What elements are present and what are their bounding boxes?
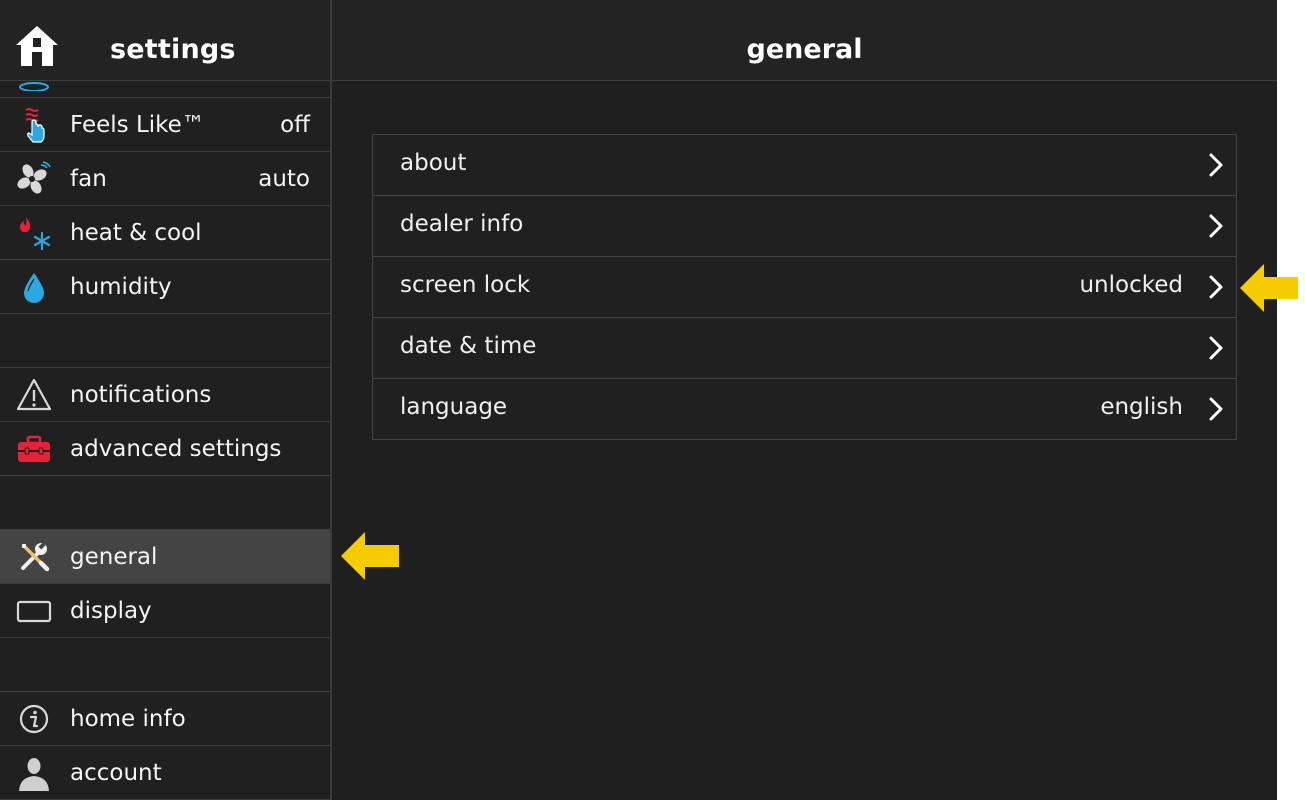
sidebar-item-label: Feels Like™ xyxy=(70,111,205,138)
sidebar-item-account[interactable]: account xyxy=(0,746,330,800)
list-item-date-time[interactable]: date & time xyxy=(373,318,1236,379)
sidebar-item-label: display xyxy=(70,597,152,624)
main-header: general xyxy=(332,0,1277,81)
general-panel: general about dealer info screen lock un… xyxy=(332,0,1277,800)
list-item-about[interactable]: about xyxy=(373,135,1236,196)
humidity-icon xyxy=(14,267,54,307)
sidebar-item-label: advanced settings xyxy=(70,435,282,462)
sidebar-item-label: fan xyxy=(70,165,107,192)
fan-icon xyxy=(14,159,54,199)
sidebar-item-label: general xyxy=(70,543,158,570)
heat-cool-icon xyxy=(14,213,54,253)
sidebar-item-advanced-settings[interactable]: advanced settings xyxy=(0,422,330,476)
list-item-label: date & time xyxy=(400,333,537,359)
toolbox-icon xyxy=(14,429,54,469)
warning-icon xyxy=(14,375,54,415)
sidebar-title: settings xyxy=(110,34,236,65)
display-icon xyxy=(14,591,54,631)
chevron-right-icon xyxy=(1209,214,1223,238)
sidebar-item-label: humidity xyxy=(70,273,172,300)
sidebar-item-home-info[interactable]: home info xyxy=(0,692,330,746)
thermostat-screen: settings Feels Like™ off fan auto heat &… xyxy=(0,0,1277,800)
chevron-right-icon xyxy=(1209,153,1223,177)
settings-sidebar: settings Feels Like™ off fan auto heat &… xyxy=(0,0,332,800)
list-item-label: about xyxy=(400,150,467,176)
sidebar-spacer xyxy=(0,476,330,530)
sidebar-item-notifications[interactable]: notifications xyxy=(0,368,330,422)
sidebar-item-value: auto xyxy=(258,165,310,192)
sidebar-item-general[interactable]: general xyxy=(0,530,330,584)
list-item-label: screen lock xyxy=(400,272,531,298)
chevron-right-icon xyxy=(1209,397,1223,421)
page-title: general xyxy=(746,34,863,65)
chevron-right-icon xyxy=(1209,275,1223,299)
sidebar-item-feels-like[interactable]: Feels Like™ off xyxy=(0,98,330,152)
list-item-language[interactable]: language english xyxy=(373,379,1236,439)
list-item-value: unlocked xyxy=(1079,272,1183,298)
wrench-screwdriver-icon xyxy=(14,537,54,577)
account-icon xyxy=(14,753,54,793)
annotation-arrow-left-icon xyxy=(1240,264,1298,312)
list-item-label: language xyxy=(400,394,508,420)
annotation-arrow-left-icon xyxy=(341,532,399,580)
sidebar-item-heat-cool[interactable]: heat & cool xyxy=(0,206,330,260)
sidebar-spacer xyxy=(0,638,330,692)
list-item-value: english xyxy=(1100,394,1183,420)
chevron-right-icon xyxy=(1209,336,1223,360)
sidebar-item-label: heat & cool xyxy=(70,219,202,246)
sidebar-item-fan[interactable]: fan auto xyxy=(0,152,330,206)
sidebar-menu: Feels Like™ off fan auto heat & cool hum… xyxy=(0,44,330,800)
sidebar-header: settings xyxy=(0,0,330,81)
sidebar-item-label: home info xyxy=(70,705,186,732)
sidebar-spacer xyxy=(0,314,330,368)
sidebar-item-label: account xyxy=(70,759,162,786)
general-settings-list: about dealer info screen lock unlocked d… xyxy=(372,134,1237,440)
sidebar-item-value: off xyxy=(280,111,310,138)
info-icon xyxy=(14,699,54,739)
feels-like-icon xyxy=(14,105,54,145)
sidebar-item-display[interactable]: display xyxy=(0,584,330,638)
list-item-dealer-info[interactable]: dealer info xyxy=(373,196,1236,257)
sidebar-item-humidity[interactable]: humidity xyxy=(0,260,330,314)
list-item-screen-lock[interactable]: screen lock unlocked xyxy=(373,257,1236,318)
list-item-label: dealer info xyxy=(400,211,524,237)
home-icon[interactable] xyxy=(14,24,60,68)
sidebar-item-label: notifications xyxy=(70,381,212,408)
